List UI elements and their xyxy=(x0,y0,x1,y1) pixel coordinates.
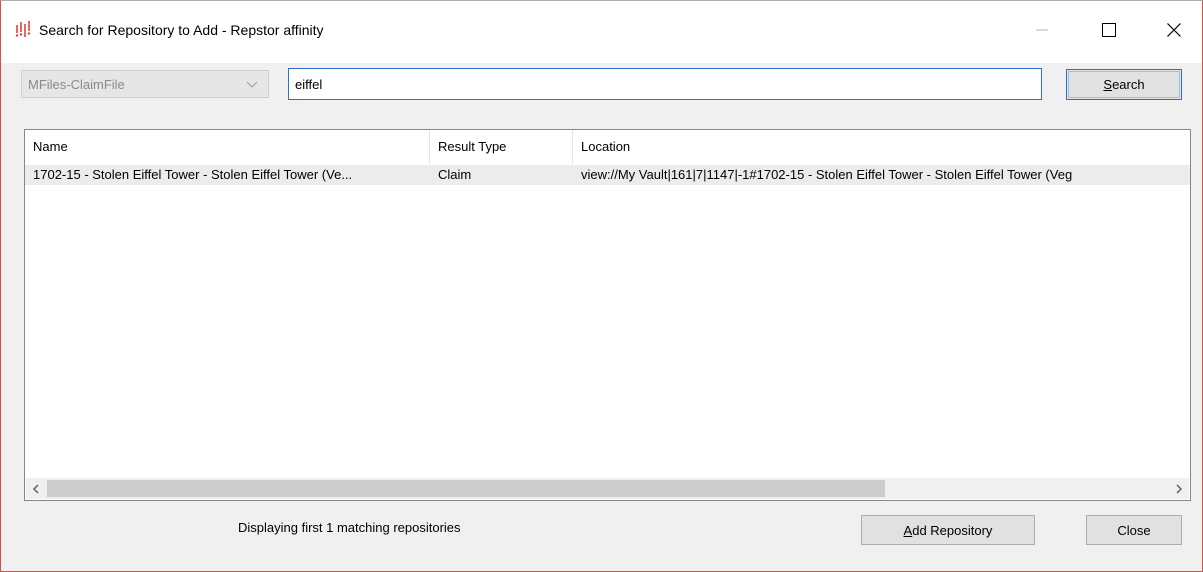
chevron-right-icon xyxy=(1176,483,1183,494)
repstor-logo-icon xyxy=(15,21,31,37)
status-text: Displaying first 1 matching repositories xyxy=(238,520,461,535)
close-window-button[interactable] xyxy=(1151,9,1197,51)
close-button[interactable]: Close xyxy=(1086,515,1182,545)
close-icon xyxy=(1167,23,1181,37)
repository-combo[interactable]: MFiles-ClaimFile xyxy=(21,70,269,98)
add-button-accel: A xyxy=(903,522,913,538)
window-title: Search for Repository to Add - Repstor a… xyxy=(39,22,324,38)
chevron-down-icon xyxy=(246,81,258,88)
search-button[interactable]: Search xyxy=(1066,69,1182,100)
search-input[interactable] xyxy=(288,68,1042,100)
minimize-button[interactable] xyxy=(1019,9,1065,51)
maximize-icon xyxy=(1102,23,1116,37)
chevron-left-icon xyxy=(32,483,39,494)
column-header-result-type[interactable]: Result Type xyxy=(430,130,573,164)
results-list[interactable]: Name Result Type Location 1702-15 - Stol… xyxy=(24,129,1191,501)
title-bar: Search for Repository to Add - Repstor a… xyxy=(1,1,1202,63)
search-button-accel: S xyxy=(1103,77,1113,92)
scrollbar-thumb[interactable] xyxy=(47,480,885,497)
add-repository-button[interactable]: Add Repository xyxy=(861,515,1035,545)
cell-location: view://My Vault|161|7|1147|-1#1702-15 - … xyxy=(581,167,1073,182)
table-row[interactable]: 1702-15 - Stolen Eiffel Tower - Stolen E… xyxy=(25,165,1190,185)
horizontal-scrollbar[interactable] xyxy=(26,478,1189,499)
column-header-name[interactable]: Name xyxy=(25,130,430,164)
minimize-icon xyxy=(1036,29,1048,31)
column-header-location[interactable]: Location xyxy=(573,130,1190,164)
maximize-button[interactable] xyxy=(1086,9,1132,51)
cell-name: 1702-15 - Stolen Eiffel Tower - Stolen E… xyxy=(33,167,353,182)
scroll-right-button[interactable] xyxy=(1169,478,1189,499)
results-header: Name Result Type Location xyxy=(25,130,1190,164)
search-button-label: earch xyxy=(1112,77,1145,92)
repository-combo-value: MFiles-ClaimFile xyxy=(28,77,125,92)
add-button-label: dd Repository xyxy=(912,522,993,538)
scroll-left-button[interactable] xyxy=(26,478,46,499)
cell-result-type: Claim xyxy=(438,167,472,182)
